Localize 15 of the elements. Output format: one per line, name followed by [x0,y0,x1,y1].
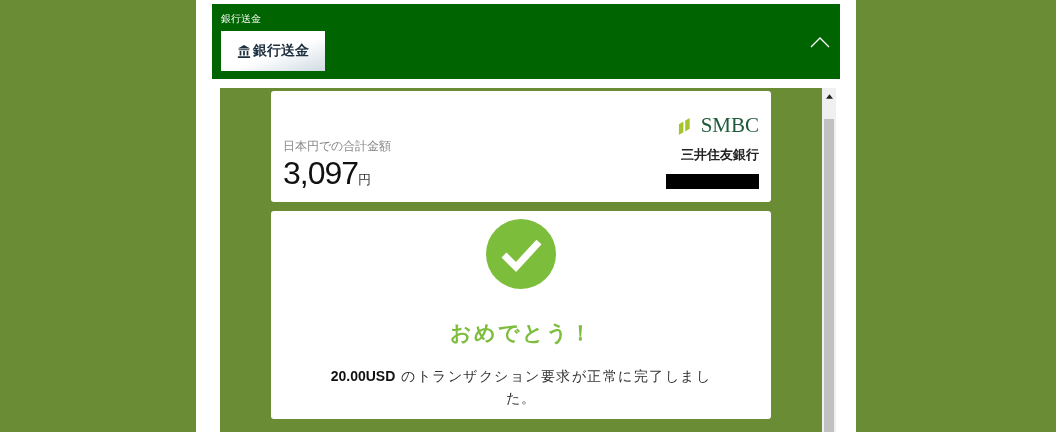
currency-unit: 円 [358,171,372,189]
bank-logo-text: SMBC [700,113,759,138]
bank-transfer-button[interactable]: 銀行送金 [221,31,325,71]
total-amount: 3,097 [283,155,359,192]
panel-title: 銀行送金 [221,12,262,26]
bank-name: 三井住友銀行 [681,146,759,164]
bank-icon [237,44,251,58]
scroll-up-icon[interactable] [825,94,833,99]
total-label: 日本円での合計金額 [283,138,391,155]
checkmark-icon [486,219,556,289]
scrollbar[interactable] [822,88,836,432]
success-message: 20.00USD のトランザクション要求が正常に完了しました。 [329,367,713,408]
scroll-thumb[interactable] [824,119,834,432]
collapse-chevron-icon[interactable] [810,35,830,48]
success-heading: おめでとう！ [449,320,593,347]
